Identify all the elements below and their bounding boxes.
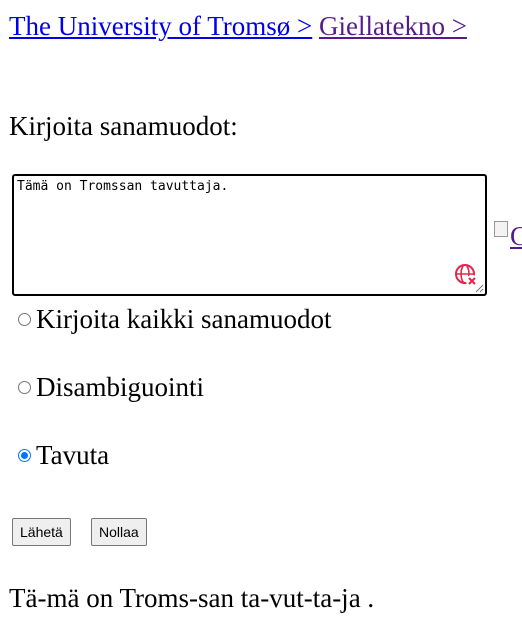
radio-option-hyphenate[interactable]: Tavuta [18, 437, 109, 473]
radio-label: Tavuta [36, 440, 110, 470]
broken-image-icon [494, 221, 508, 237]
breadcrumb-link-giellatekno[interactable]: Giellatekno > [319, 11, 467, 41]
radio-button[interactable] [18, 312, 31, 326]
broken-image-link[interactable]: G [494, 218, 522, 254]
radio-label: Disambiguointi [36, 372, 204, 402]
text-input-wrapper [12, 174, 487, 296]
breadcrumb: The University of Tromsø > Giellatekno > [9, 8, 467, 44]
form-prompt: Kirjoita sanamuodot: [9, 111, 238, 141]
radio-option-disambiguation[interactable]: Disambiguointi [18, 369, 204, 405]
radio-button[interactable] [18, 380, 31, 394]
broken-image-alt-text[interactable]: G [510, 221, 522, 251]
radio-button-checked[interactable] [18, 448, 31, 462]
reset-button[interactable]: Nollaa [91, 518, 147, 546]
resize-handle-icon[interactable] [475, 284, 484, 293]
radio-option-all-wordforms[interactable]: Kirjoita kaikki sanamuodot [18, 301, 331, 337]
hyphenation-result: Tä-mä on Troms-san ta-vut-ta-ja . [9, 583, 375, 613]
submit-button[interactable]: Lähetä [12, 518, 71, 546]
word-input-textarea[interactable] [12, 174, 487, 296]
radio-label: Kirjoita kaikki sanamuodot [36, 304, 332, 334]
breadcrumb-link-university[interactable]: The University of Tromsø > [9, 11, 312, 41]
